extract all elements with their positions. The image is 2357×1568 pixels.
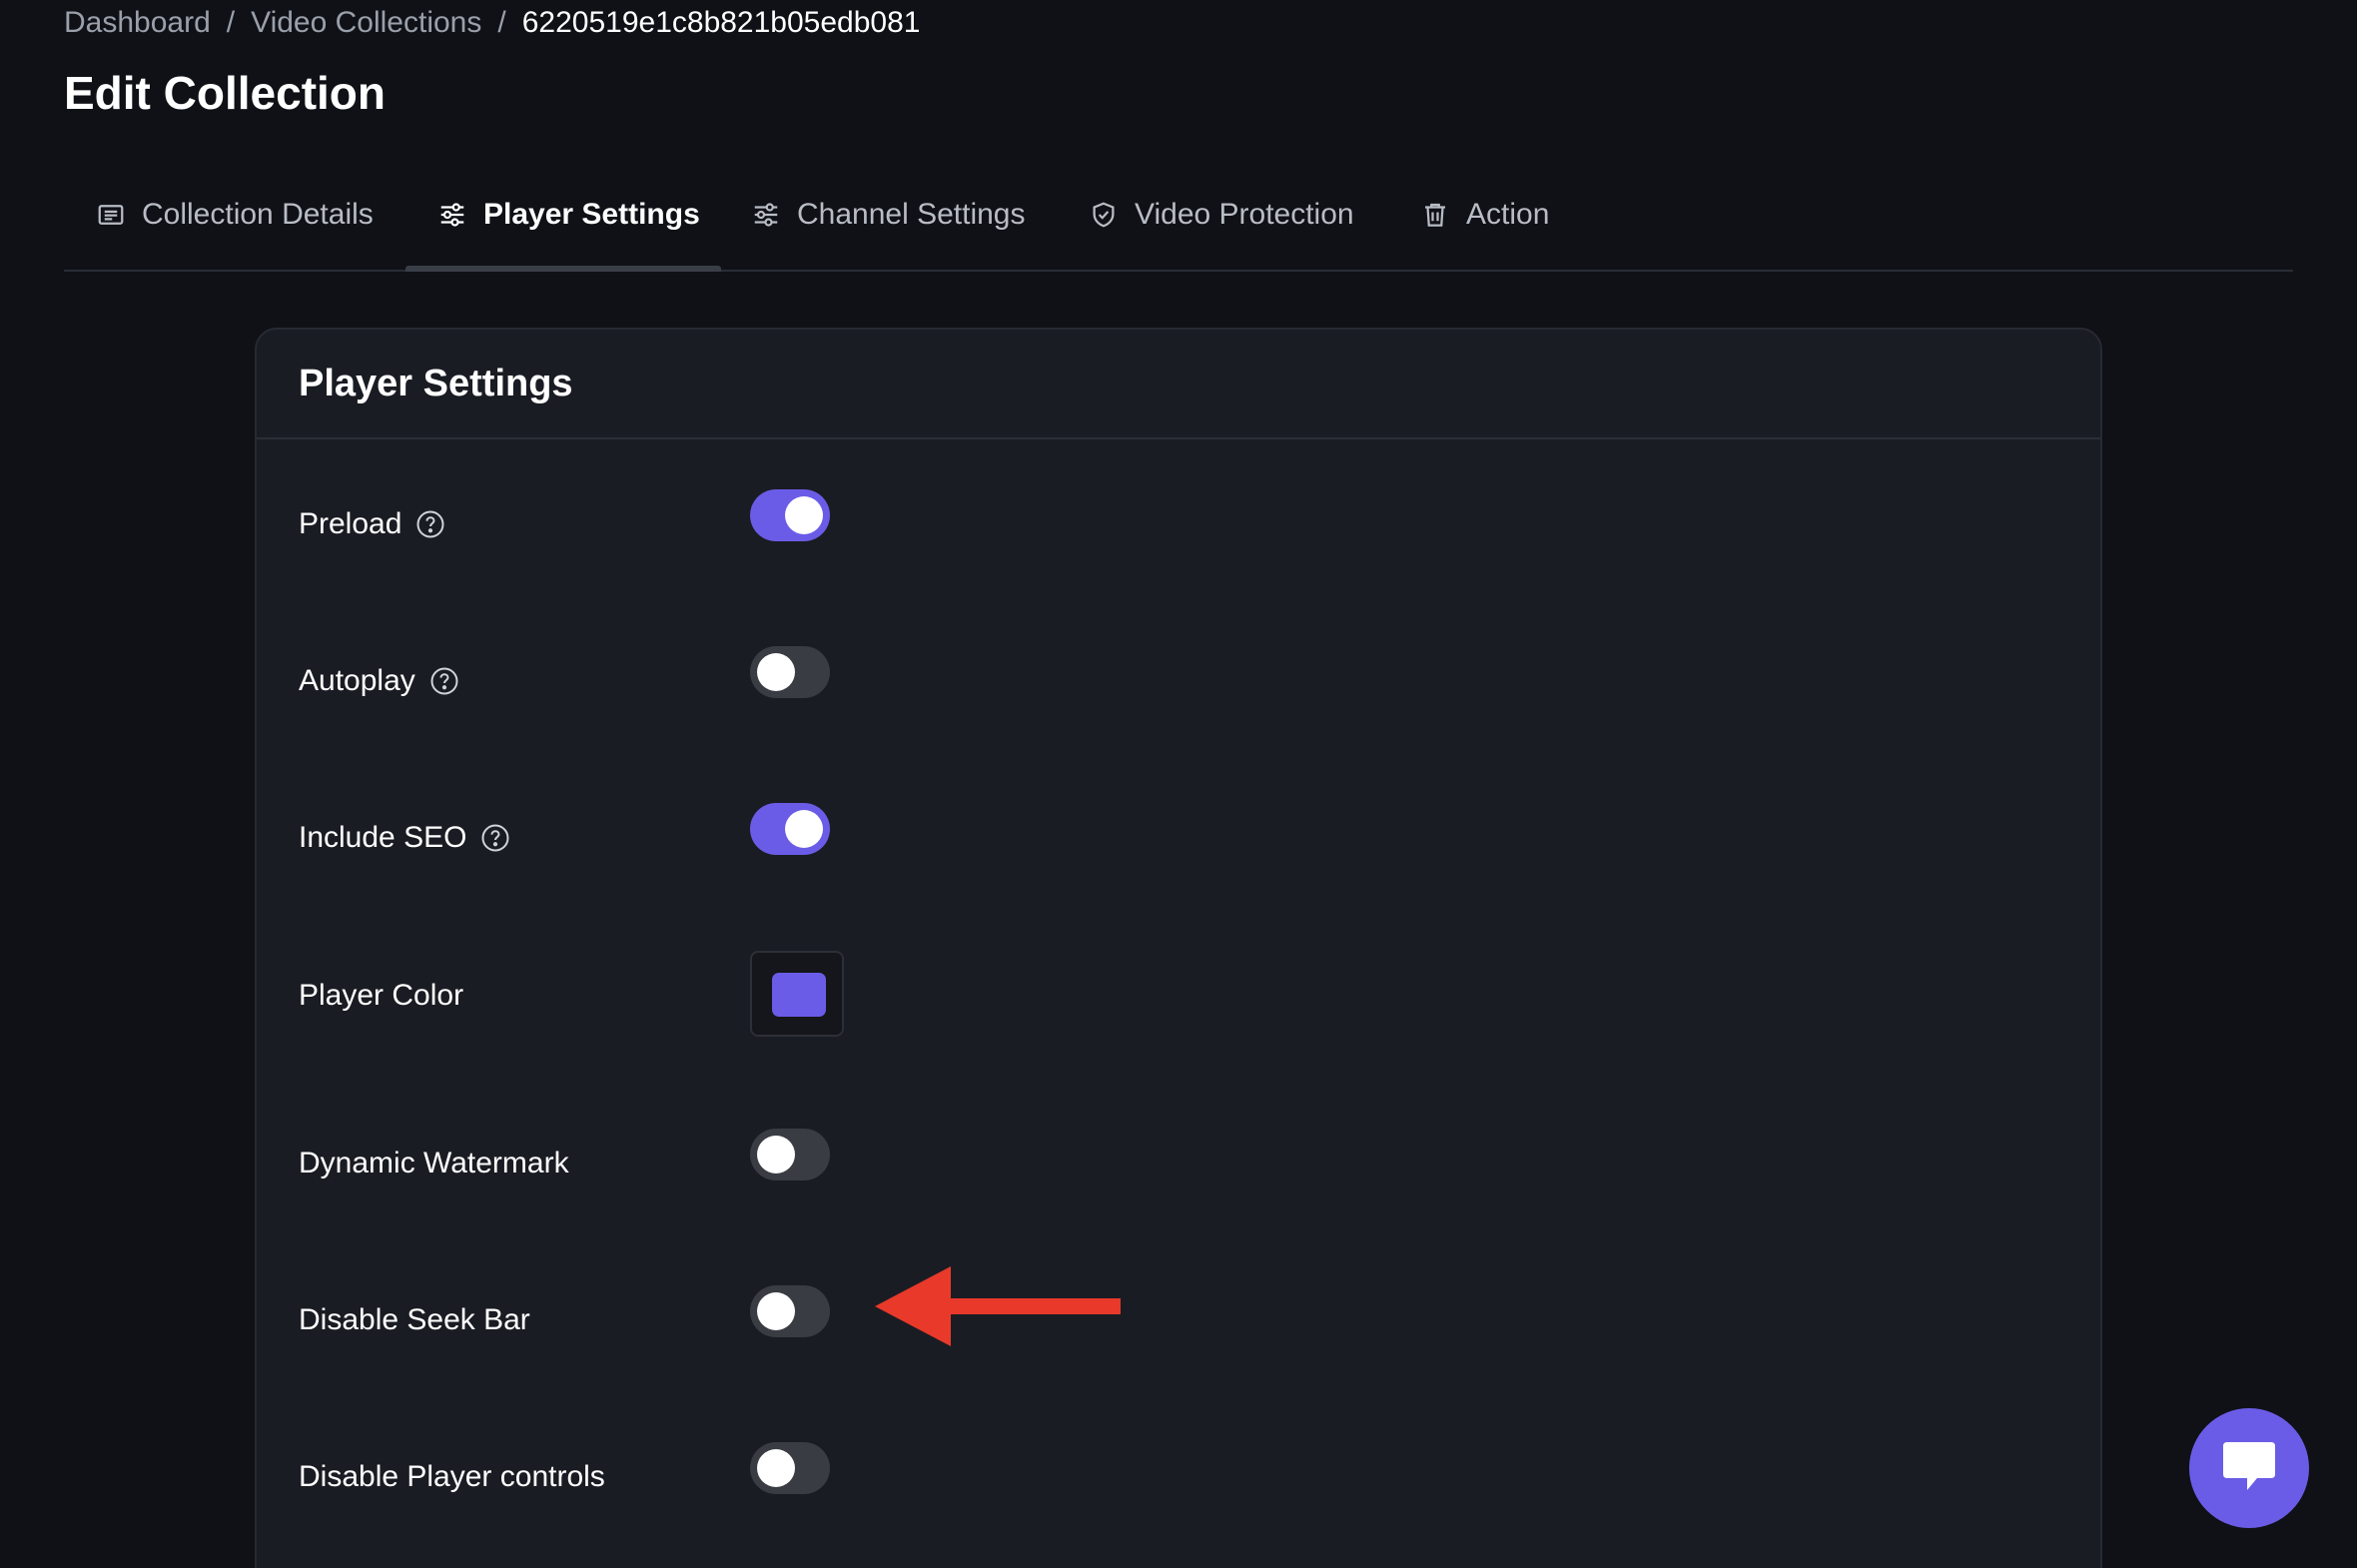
dynamic-watermark-toggle[interactable] (750, 1129, 830, 1180)
color-swatch (772, 973, 826, 1017)
tab-video-protection[interactable]: Video Protection (1089, 160, 1354, 270)
setting-row-disable-player-controls: Disable Player controls (257, 1432, 2100, 1522)
tab-bar: Collection Details Player Settings Chann… (64, 160, 2293, 272)
toggle-knob (757, 1292, 795, 1330)
setting-label-text: Disable Player controls (299, 1460, 605, 1493)
sliders-icon (754, 203, 778, 227)
breadcrumb: Dashboard / Video Collections / 6220519e… (64, 6, 920, 40)
setting-row-dynamic-watermark: Dynamic Watermark (257, 1119, 2100, 1208)
red-arrow-annotation (875, 1266, 1121, 1346)
setting-label-text: Autoplay (299, 664, 415, 697)
tab-label: Player Settings (483, 198, 700, 231)
disable-player-controls-toggle[interactable] (750, 1442, 830, 1494)
player-color-picker[interactable] (750, 951, 844, 1037)
shield-check-icon (1093, 202, 1115, 228)
tab-label: Video Protection (1135, 198, 1354, 231)
breadcrumb-video-collections[interactable]: Video Collections (251, 6, 481, 40)
setting-label-preload: Preload (299, 479, 445, 569)
breadcrumb-separator: / (497, 6, 506, 39)
help-icon[interactable] (480, 823, 510, 853)
tab-action[interactable]: Action (1420, 160, 1549, 270)
setting-label-text: Preload (299, 507, 402, 540)
card-title: Player Settings (299, 362, 573, 404)
toggle-knob (757, 1136, 795, 1174)
tab-label: Channel Settings (797, 198, 1026, 231)
sliders-icon (440, 203, 464, 227)
include-seo-toggle[interactable] (750, 803, 830, 855)
page-title: Edit Collection (64, 67, 386, 119)
document-list-icon (98, 205, 124, 225)
setting-row-disable-seek-bar: Disable Seek Bar (257, 1275, 2100, 1365)
toggle-knob (757, 1449, 795, 1487)
setting-label-include-seo: Include SEO (299, 793, 510, 883)
breadcrumb-current: 6220519e1c8b821b05edb081 (521, 6, 921, 39)
setting-label-text: Player Color (299, 979, 464, 1012)
setting-row-include-seo: Include SEO (257, 793, 2100, 883)
setting-label-text: Disable Seek Bar (299, 1303, 530, 1336)
setting-label-text: Include SEO (299, 821, 467, 854)
tab-label: Collection Details (142, 198, 374, 231)
help-icon[interactable] (429, 666, 459, 696)
setting-label-player-color: Player Color (299, 951, 463, 1041)
chat-bubble-icon (2223, 1442, 2275, 1490)
disable-seek-bar-toggle[interactable] (750, 1285, 830, 1337)
setting-label-dynamic-watermark: Dynamic Watermark (299, 1119, 569, 1208)
page: Dashboard / Video Collections / 6220519e… (0, 0, 2357, 1568)
setting-label-text: Dynamic Watermark (299, 1147, 569, 1179)
setting-row-autoplay: Autoplay (257, 636, 2100, 726)
setting-label-disable-player-controls: Disable Player controls (299, 1432, 605, 1522)
tab-player-settings[interactable]: Player Settings (437, 160, 700, 270)
setting-label-disable-seek-bar: Disable Seek Bar (299, 1275, 530, 1365)
autoplay-toggle[interactable] (750, 646, 830, 698)
setting-label-autoplay: Autoplay (299, 636, 459, 726)
active-tab-indicator (405, 266, 721, 272)
player-settings-card: Player Settings Preload Autoplay Include… (255, 328, 2102, 1568)
breadcrumb-dashboard[interactable]: Dashboard (64, 6, 211, 40)
tab-channel-settings[interactable]: Channel Settings (751, 160, 1026, 270)
setting-row-preload: Preload (257, 479, 2100, 569)
toggle-knob (785, 496, 823, 534)
setting-row-player-color: Player Color (257, 951, 2100, 1041)
toggle-knob (785, 810, 823, 848)
preload-toggle[interactable] (750, 489, 830, 541)
tab-label: Action (1466, 198, 1550, 231)
toggle-knob (757, 653, 795, 691)
breadcrumb-separator: / (226, 6, 236, 39)
card-header: Player Settings (257, 330, 2100, 439)
trash-icon (1425, 203, 1445, 227)
tab-collection-details[interactable]: Collection Details (96, 160, 374, 270)
chat-button[interactable] (2189, 1408, 2309, 1528)
help-icon[interactable] (415, 509, 445, 539)
